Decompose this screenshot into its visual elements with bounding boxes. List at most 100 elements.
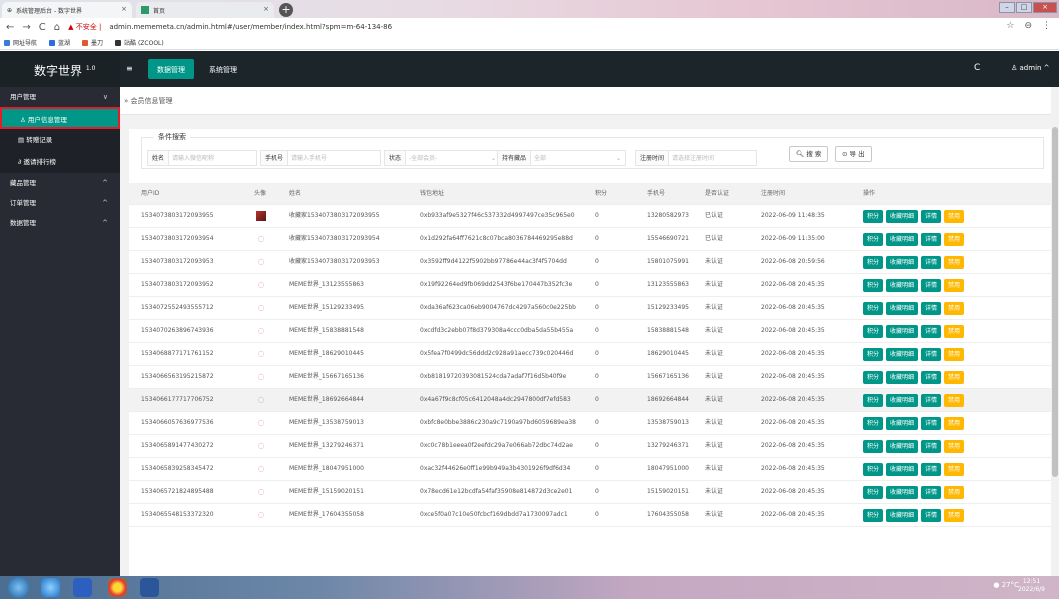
brand-logo[interactable]: 数字世界 1.0 — [0, 51, 120, 87]
points-button[interactable]: 积分 — [863, 302, 884, 315]
collection-detail-button[interactable]: 收藏明细 — [886, 325, 919, 338]
chrome-icon[interactable] — [108, 578, 127, 597]
disable-button[interactable]: 禁用 — [944, 325, 965, 338]
star-icon[interactable]: ☆ — [1006, 21, 1014, 31]
refresh-icon[interactable]: C — [974, 63, 980, 73]
maximize-button[interactable]: □ — [1016, 2, 1032, 13]
detail-button[interactable]: 详情 — [921, 233, 942, 246]
system-clock[interactable]: 12:51 2022/6/9 — [1018, 578, 1045, 594]
bookmark-item[interactable]: 站酷 (ZCOOL) — [115, 38, 164, 47]
disable-button[interactable]: 禁用 — [944, 463, 965, 476]
detail-button[interactable]: 详情 — [921, 417, 942, 430]
disable-button[interactable]: 禁用 — [944, 348, 965, 361]
detail-button[interactable]: 详情 — [921, 302, 942, 315]
forward-icon[interactable]: → — [22, 22, 30, 33]
collection-detail-button[interactable]: 收藏明细 — [886, 394, 919, 407]
ie-icon[interactable] — [41, 578, 60, 597]
collection-detail-button[interactable]: 收藏明细 — [886, 256, 919, 269]
holding-select[interactable]: 全部 ⌄ — [531, 150, 627, 166]
new-tab-button[interactable]: + — [279, 3, 293, 17]
user-menu[interactable]: ♙ admin ^ — [1011, 64, 1050, 72]
detail-button[interactable]: 详情 — [921, 279, 942, 292]
export-button[interactable]: ⊙ 导 出 — [835, 146, 872, 162]
home-icon[interactable]: ⌂ — [54, 22, 60, 33]
bookmark-item[interactable]: 蓝湖 — [49, 38, 70, 47]
menu-toggle-icon[interactable]: ≡ — [126, 64, 133, 73]
collection-detail-button[interactable]: 收藏明细 — [886, 279, 919, 292]
collection-detail-button[interactable]: 收藏明细 — [886, 348, 919, 361]
disable-button[interactable]: 禁用 — [944, 509, 965, 522]
name-input[interactable]: 请输入微信昵称 — [169, 150, 258, 166]
collection-detail-button[interactable]: 收藏明细 — [886, 509, 919, 522]
collection-detail-button[interactable]: 收藏明细 — [886, 302, 919, 315]
regtime-input[interactable]: 请选择注册时间 — [669, 150, 758, 166]
collection-detail-button[interactable]: 收藏明细 — [886, 440, 919, 453]
url-input[interactable]: admin.mememeta.cn/admin.html#/user/membe… — [109, 23, 392, 31]
collection-detail-button[interactable]: 收藏明细 — [886, 417, 919, 430]
points-button[interactable]: 积分 — [863, 210, 884, 223]
bookmark-item[interactable]: 网址导航 — [4, 38, 37, 47]
collection-detail-button[interactable]: 收藏明细 — [886, 486, 919, 499]
collection-detail-button[interactable]: 收藏明细 — [886, 210, 919, 223]
word-icon[interactable] — [140, 578, 159, 597]
detail-button[interactable]: 详情 — [921, 509, 942, 522]
sidebar-group-order[interactable]: 订单管理 ^ — [0, 193, 120, 213]
points-button[interactable]: 积分 — [863, 440, 884, 453]
detail-button[interactable]: 详情 — [921, 210, 942, 223]
disable-button[interactable]: 禁用 — [944, 440, 965, 453]
collection-detail-button[interactable]: 收藏明细 — [886, 233, 919, 246]
disable-button[interactable]: 禁用 — [944, 486, 965, 499]
detail-button[interactable]: 详情 — [921, 440, 942, 453]
sidebar-item-user-info[interactable]: ♙ 用户信息管理 — [0, 107, 120, 129]
points-button[interactable]: 积分 — [863, 486, 884, 499]
search-button[interactable]: 🔍︎ 搜 索 — [789, 146, 829, 162]
disable-button[interactable]: 禁用 — [944, 394, 965, 407]
detail-button[interactable]: 详情 — [921, 371, 942, 384]
top-nav-data[interactable]: 数据管理 — [148, 59, 194, 79]
top-nav-system[interactable]: 系统管理 — [200, 59, 246, 79]
points-button[interactable]: 积分 — [863, 233, 884, 246]
disable-button[interactable]: 禁用 — [944, 371, 965, 384]
points-button[interactable]: 积分 — [863, 371, 884, 384]
minimize-button[interactable]: – — [999, 2, 1015, 13]
points-button[interactable]: 积分 — [863, 463, 884, 476]
breadcrumb-current[interactable]: 会员信息管理 — [131, 97, 173, 105]
page-scrollbar[interactable] — [1051, 87, 1059, 576]
detail-button[interactable]: 详情 — [921, 325, 942, 338]
status-select[interactable]: -全部会员- ⌄ — [406, 150, 502, 166]
app-icon[interactable] — [73, 578, 92, 597]
detail-button[interactable]: 详情 — [921, 394, 942, 407]
disable-button[interactable]: 禁用 — [944, 417, 965, 430]
sidebar-group-user[interactable]: 用户管理 ∨ — [0, 87, 120, 107]
close-tab-icon[interactable]: × — [121, 5, 127, 13]
start-button[interactable] — [8, 577, 29, 598]
points-button[interactable]: 积分 — [863, 348, 884, 361]
security-warning[interactable]: ▲ 不安全 | — [68, 22, 101, 32]
back-icon[interactable]: ← — [6, 22, 14, 33]
disable-button[interactable]: 禁用 — [944, 302, 965, 315]
detail-button[interactable]: 详情 — [921, 486, 942, 499]
browser-tab-home[interactable]: 首页 × — [136, 2, 274, 18]
bookmark-item[interactable]: 墨刀 — [82, 38, 103, 47]
points-button[interactable]: 积分 — [863, 256, 884, 269]
close-window-button[interactable]: × — [1033, 2, 1057, 13]
close-tab-icon[interactable]: × — [263, 5, 269, 13]
browser-tab-admin[interactable]: ⊕ 系统管理后台 - 数字世界 × — [2, 2, 132, 18]
points-button[interactable]: 积分 — [863, 279, 884, 292]
disable-button[interactable]: 禁用 — [944, 233, 965, 246]
sidebar-item-invite-rank[interactable]: ∂ 邀请排行榜 — [0, 151, 120, 173]
sidebar-group-collection[interactable]: 藏品管理 ^ — [0, 173, 120, 193]
disable-button[interactable]: 禁用 — [944, 279, 965, 292]
points-button[interactable]: 积分 — [863, 325, 884, 338]
points-button[interactable]: 积分 — [863, 417, 884, 430]
detail-button[interactable]: 详情 — [921, 256, 942, 269]
detail-button[interactable]: 详情 — [921, 348, 942, 361]
phone-input[interactable]: 请输入手机号 — [288, 150, 382, 166]
points-button[interactable]: 积分 — [863, 394, 884, 407]
profile-icon[interactable]: ⊖ — [1024, 21, 1032, 31]
collection-detail-button[interactable]: 收藏明细 — [886, 463, 919, 476]
sidebar-group-data[interactable]: 数据管理 ^ — [0, 213, 120, 233]
collection-detail-button[interactable]: 收藏明细 — [886, 371, 919, 384]
sidebar-item-transfer[interactable]: ▤ 转赠记录 — [0, 129, 120, 151]
disable-button[interactable]: 禁用 — [944, 210, 965, 223]
